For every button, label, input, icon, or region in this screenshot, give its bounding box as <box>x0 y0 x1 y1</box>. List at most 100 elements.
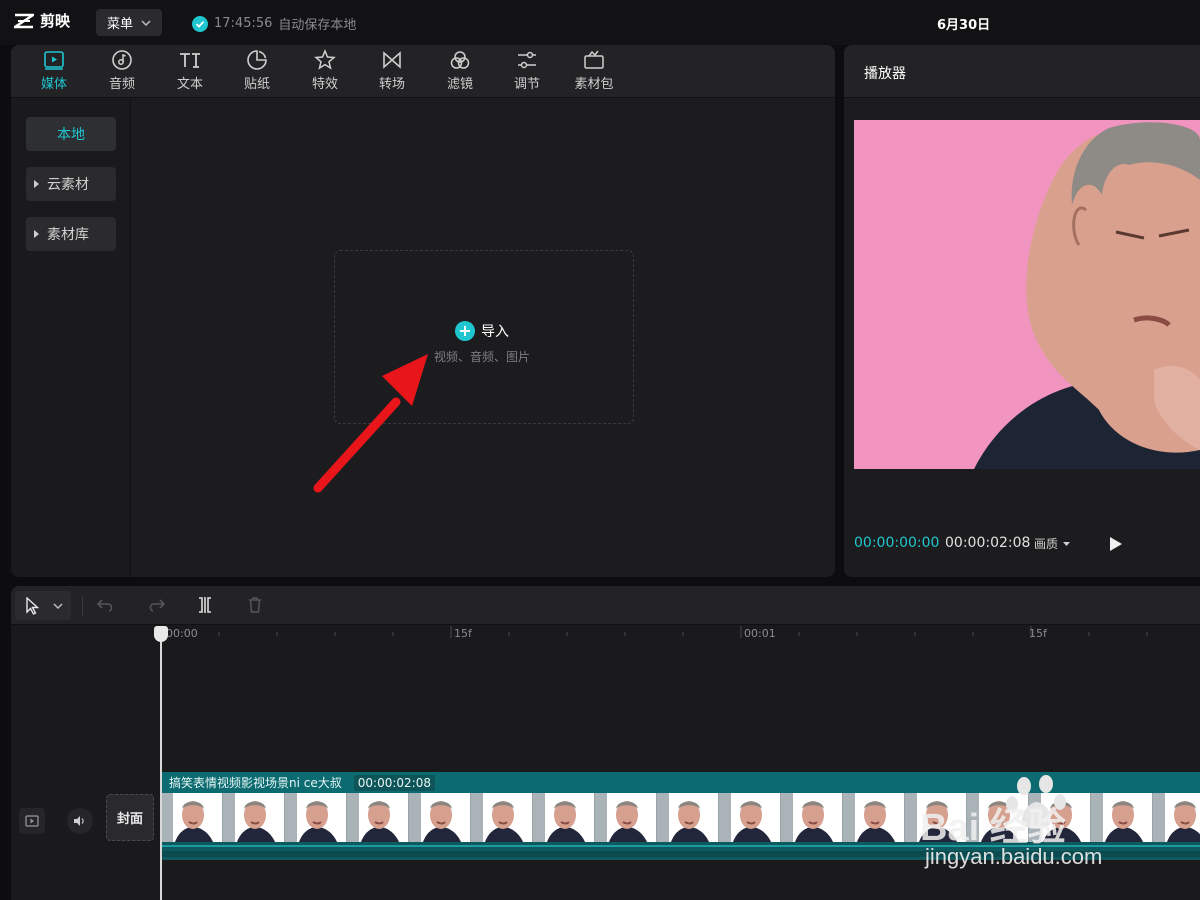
player-title: 播放器 <box>864 66 906 82</box>
menu-button[interactable]: 菜单 <box>96 9 162 36</box>
material-toolbar: 媒体 音频 文本 贴纸 特效 转场 滤镜 调节 素材包 <box>11 45 835 98</box>
track-controls: 封面 <box>11 791 161 851</box>
save-status: 17:45:56 自动保存本地 <box>192 14 356 33</box>
tab-media[interactable]: 媒体 <box>24 49 84 97</box>
effects-icon <box>314 49 336 70</box>
filmstrip-frame <box>595 793 657 842</box>
check-circle-icon <box>192 15 208 32</box>
import-button[interactable]: + 导入 <box>455 321 509 341</box>
delete-icon[interactable] <box>247 596 263 614</box>
track-video-toggle[interactable] <box>19 808 45 834</box>
playhead-line[interactable] <box>160 627 162 900</box>
undo-icon[interactable] <box>96 596 116 614</box>
baidu-watermark: Bai 经验 jingyan.baidu.com <box>920 772 1170 882</box>
menu-label: 菜单 <box>106 17 133 32</box>
speaker-icon <box>74 816 84 826</box>
filmstrip-frame <box>285 793 347 842</box>
filmstrip-frame <box>781 793 843 842</box>
tick-label: 00:01 <box>744 627 776 640</box>
timeline-ruler[interactable]: 00:00 15f 00:01 15f <box>11 626 1200 642</box>
app-name: 剪映 <box>40 12 71 30</box>
filmstrip-frame <box>533 793 595 842</box>
player-panel: 播放器 00:00:00:00 00:00:02:08 画质 <box>844 45 1200 577</box>
filmstrip-frame <box>223 793 285 842</box>
app-logo: 剪映 <box>14 10 70 31</box>
sidebar-item-local[interactable]: 本地 <box>26 117 116 151</box>
tab-text-label: 文本 <box>176 77 203 92</box>
cursor-icon <box>26 597 40 615</box>
top-bar: 剪映 菜单 17:45:56 自动保存本地 6月30日 <box>0 0 1200 45</box>
chevron-down-icon <box>53 603 63 609</box>
tab-material-pack[interactable]: 素材包 <box>564 49 624 97</box>
adjust-icon <box>518 51 536 69</box>
clip-name: 搞笑表情视频影视场景ni ce大叔 <box>169 776 342 790</box>
playhead-handle[interactable] <box>154 626 168 642</box>
tab-transition-label: 转场 <box>378 77 405 92</box>
material-pack-icon <box>584 50 604 69</box>
tick-label: 00:00 <box>166 627 198 640</box>
capcut-logo-icon <box>14 13 34 28</box>
tab-adjust-label: 调节 <box>513 77 540 92</box>
play-icon[interactable] <box>1106 535 1124 553</box>
text-icon <box>180 53 200 68</box>
current-timecode: 00:00:00:00 <box>854 535 940 551</box>
save-time: 17:45:56 <box>214 16 273 31</box>
filmstrip-frame <box>161 793 223 842</box>
media-sidebar: 本地 云素材 素材库 <box>11 99 131 577</box>
chevron-down-icon <box>141 19 151 26</box>
filmstrip-frame <box>719 793 781 842</box>
filmstrip-frame <box>347 793 409 842</box>
transition-icon <box>383 51 401 69</box>
tab-sticker[interactable]: 贴纸 <box>227 49 287 97</box>
tab-adjust[interactable]: 调节 <box>497 49 557 97</box>
sidebar-item-library[interactable]: 素材库 <box>26 217 116 251</box>
tick-label: 15f <box>454 627 472 640</box>
sticker-icon <box>247 50 267 70</box>
audio-icon <box>112 50 132 70</box>
track-mute-toggle[interactable] <box>67 808 93 834</box>
tab-effects[interactable]: 特效 <box>295 49 355 97</box>
filter-icon <box>450 51 470 69</box>
split-icon[interactable] <box>196 596 214 614</box>
watermark-url: jingyan.baidu.com <box>925 844 1103 869</box>
filmstrip-frame <box>471 793 533 842</box>
tab-material-pack-label: 素材包 <box>574 77 614 92</box>
clip-duration: 00:00:02:08 <box>353 774 435 791</box>
redo-icon[interactable] <box>146 596 166 614</box>
video-preview <box>854 120 1200 469</box>
filmstrip-frame <box>843 793 905 842</box>
media-icon <box>44 51 64 70</box>
date-label: 6月30日 <box>937 18 991 33</box>
quality-dropdown[interactable]: 画质 <box>1034 535 1071 552</box>
quality-label: 画质 <box>1034 537 1059 551</box>
tab-filter-label: 滤镜 <box>446 77 473 92</box>
video-track-icon <box>25 815 39 827</box>
caret-right-icon <box>34 180 39 188</box>
watermark-text: Bai 经验 <box>920 807 1066 849</box>
tab-text[interactable]: 文本 <box>160 49 220 97</box>
sidebar-item-label: 云素材 <box>47 177 89 193</box>
toolbar-divider <box>82 596 83 616</box>
total-timecode: 00:00:02:08 <box>945 535 1031 551</box>
tab-transition[interactable]: 转场 <box>362 49 422 97</box>
player-header: 播放器 <box>844 45 1200 98</box>
tick-label: 15f <box>1029 627 1047 640</box>
tab-audio[interactable]: 音频 <box>92 49 152 97</box>
preview-person-image <box>974 122 1200 469</box>
sidebar-item-label: 本地 <box>57 127 85 143</box>
tab-filter[interactable]: 滤镜 <box>430 49 490 97</box>
save-text: 自动保存本地 <box>278 18 357 33</box>
cover-button[interactable]: 封面 <box>106 794 154 841</box>
sidebar-item-cloud[interactable]: 云素材 <box>26 167 116 201</box>
tab-sticker-label: 贴纸 <box>243 77 270 92</box>
caret-right-icon <box>34 230 39 238</box>
plus-icon: + <box>455 321 475 341</box>
filmstrip-frame <box>657 793 719 842</box>
timeline-toolbar <box>11 586 1200 625</box>
import-label: 导入 <box>481 324 509 340</box>
tab-audio-label: 音频 <box>108 77 135 92</box>
tab-media-label: 媒体 <box>40 77 67 92</box>
sidebar-item-label: 素材库 <box>47 227 89 243</box>
select-tool-button[interactable] <box>15 591 71 620</box>
filmstrip-frame <box>409 793 471 842</box>
